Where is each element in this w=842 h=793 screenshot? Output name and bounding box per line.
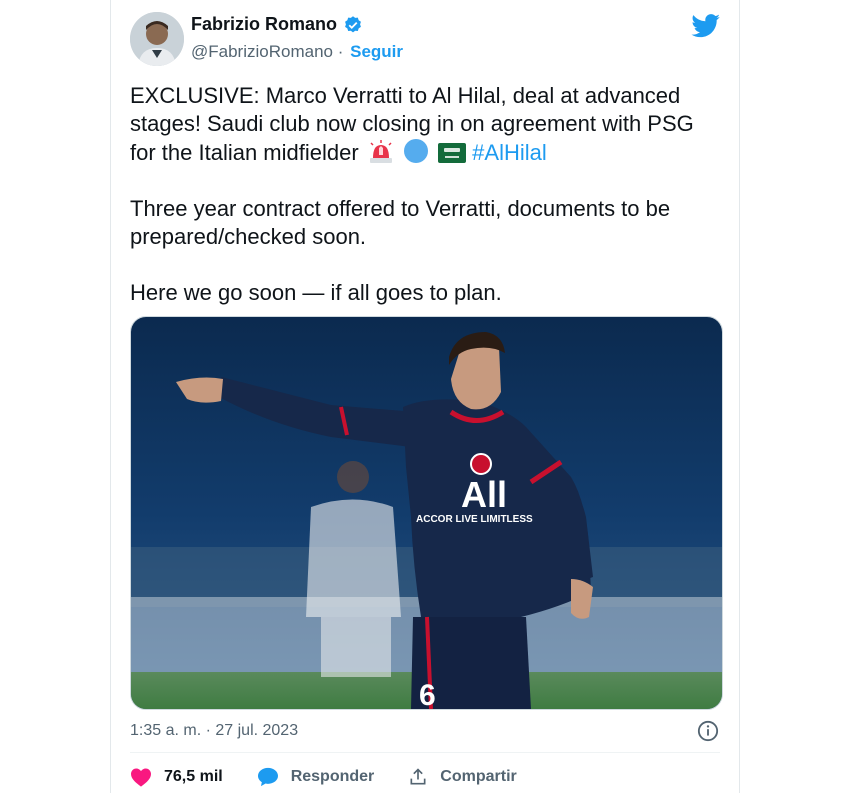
reply-button[interactable]: Responder — [257, 767, 375, 787]
share-label: Compartir — [440, 768, 517, 785]
blue-circle-emoji-icon — [403, 139, 428, 163]
like-count: 76,5 mil — [164, 768, 223, 785]
author-name[interactable]: Fabrizio Romano — [191, 14, 337, 35]
shirt-number: 6 — [419, 679, 436, 709]
reply-label: Responder — [290, 768, 375, 785]
twitter-bird-icon[interactable] — [691, 14, 721, 38]
siren-emoji-icon — [369, 140, 392, 163]
heart-icon — [131, 768, 151, 787]
tweet-paragraph-2: Three year contract offered to Verratti,… — [130, 196, 671, 249]
author-name-row[interactable]: Fabrizio Romano — [191, 14, 363, 35]
tweet-paragraph-3: Here we go soon — if all goes to plan. — [130, 280, 502, 305]
avatar[interactable] — [130, 12, 184, 66]
tweet-card: Fabrizio Romano @FabrizioRomano · Seguir… — [110, 0, 740, 793]
action-bar: 76,5 mil Responder Compartir — [130, 767, 517, 787]
saudi-flag-emoji-icon — [438, 143, 467, 163]
follow-button[interactable]: Seguir — [350, 42, 403, 61]
handle-row: @FabrizioRomano · Seguir — [191, 42, 404, 61]
tweet-paragraph-1: EXCLUSIVE: Marco Verratti to Al Hilal, d… — [130, 82, 720, 167]
divider — [130, 752, 720, 753]
share-icon — [410, 768, 426, 785]
author-handle[interactable]: @FabrizioRomano — [191, 42, 333, 61]
shirt-sponsor-sub: ACCOR LIVE LIMITLESS — [416, 514, 533, 525]
shirt-sponsor: All — [461, 474, 507, 515]
share-button[interactable]: Compartir — [408, 767, 517, 787]
tweet-timestamp[interactable]: 1:35 a. m. · 27 jul. 2023 — [130, 722, 298, 740]
tweet-photo[interactable]: All ACCOR LIVE LIMITLESS 6 — [130, 316, 723, 710]
verified-badge-icon — [345, 15, 361, 32]
hashtag-link[interactable]: #AlHilal — [472, 140, 547, 165]
tweet-text: EXCLUSIVE: Marco Verratti to Al Hilal, d… — [130, 82, 720, 335]
info-icon[interactable] — [697, 720, 719, 742]
like-button[interactable]: 76,5 mil — [130, 767, 223, 787]
reply-bubble-icon — [257, 767, 278, 787]
